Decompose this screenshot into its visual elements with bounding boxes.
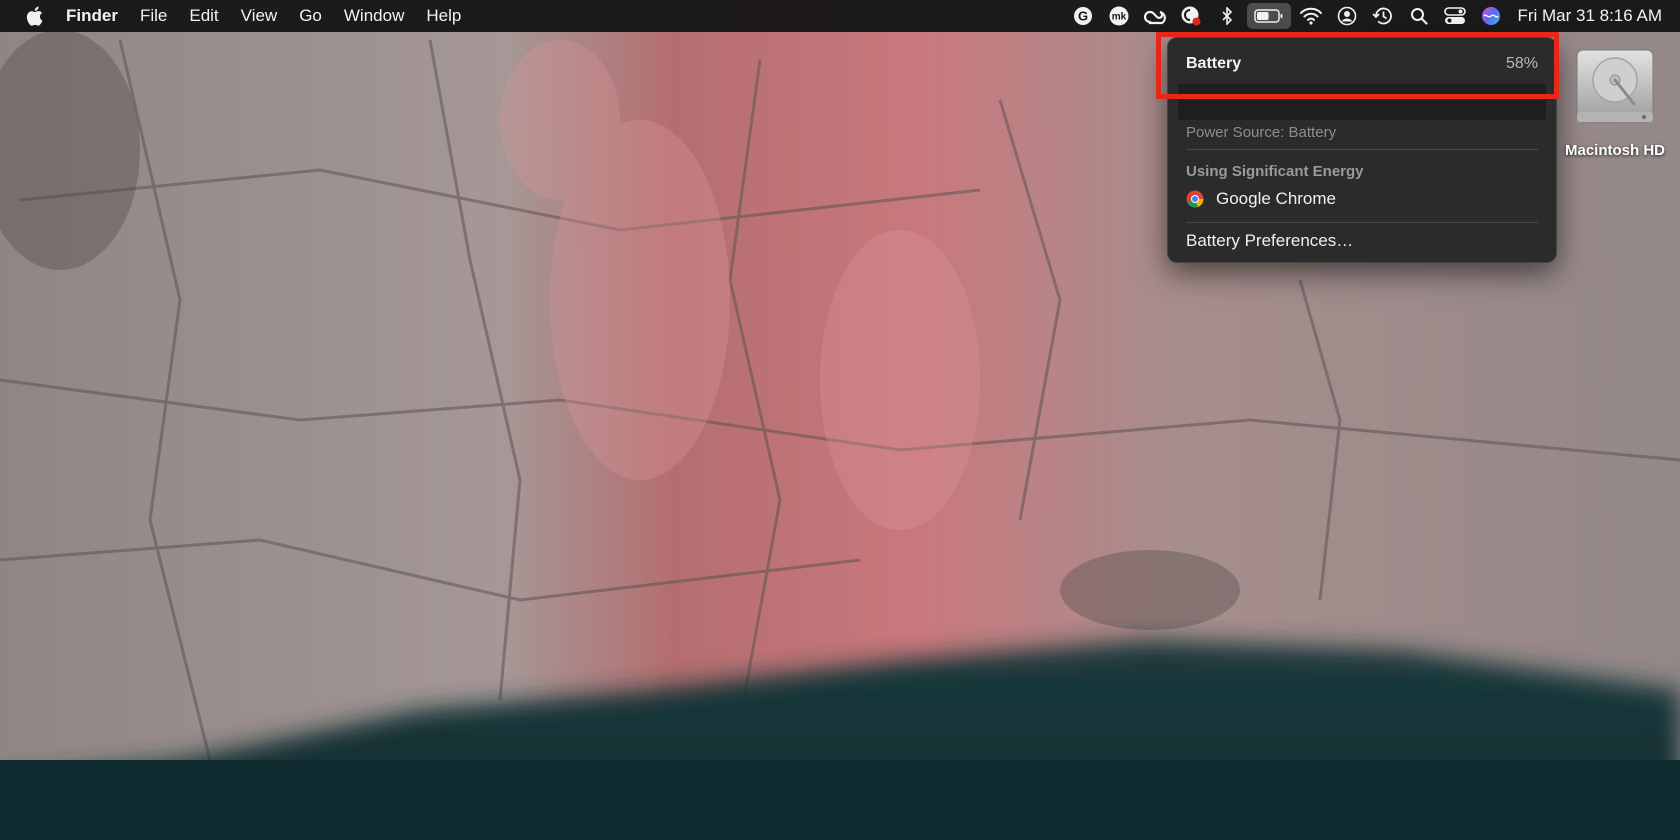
bluetooth-status[interactable] — [1209, 0, 1245, 32]
menu-view[interactable]: View — [230, 0, 289, 32]
control-center-status[interactable] — [1437, 0, 1473, 32]
energy-app-item[interactable]: Google Chrome — [1186, 189, 1336, 209]
user-icon — [1338, 6, 1357, 26]
battery-preferences-item[interactable]: Battery Preferences… — [1186, 231, 1353, 251]
mk-status[interactable]: mk — [1101, 0, 1137, 32]
apple-menu[interactable] — [0, 0, 55, 32]
time-machine-status[interactable] — [1365, 0, 1401, 32]
siri-icon — [1482, 7, 1501, 25]
menu-edit[interactable]: Edit — [178, 0, 229, 32]
search-icon — [1411, 8, 1429, 25]
battery-icon — [1254, 9, 1283, 23]
chat-status[interactable] — [1173, 0, 1209, 32]
app-menu-finder[interactable]: Finder — [55, 0, 129, 32]
svg-text:G: G — [1078, 9, 1088, 24]
mk-icon: mk — [1109, 6, 1129, 26]
hard-drive-icon — [1576, 49, 1654, 123]
wifi-status[interactable] — [1293, 0, 1329, 32]
creative-cloud-icon — [1144, 10, 1167, 25]
menu-bar: Finder File Edit View Go Window Help G m… — [0, 0, 1680, 32]
menubar-clock[interactable]: Fri Mar 31 8:16 AM — [1509, 6, 1680, 26]
time-machine-icon — [1372, 7, 1393, 25]
highlight-box — [1156, 32, 1559, 99]
menu-file[interactable]: File — [129, 0, 178, 32]
grammarly-status[interactable]: G — [1065, 0, 1101, 32]
chrome-icon — [1186, 190, 1204, 208]
spotlight-status[interactable] — [1401, 0, 1437, 32]
menu-separator — [1186, 149, 1538, 150]
wifi-icon — [1300, 7, 1323, 25]
bluetooth-icon — [1222, 7, 1233, 25]
energy-section-label: Using Significant Energy — [1186, 163, 1364, 180]
desktop-disk-macintosh-hd[interactable]: Macintosh HD — [1555, 46, 1675, 159]
apple-icon — [26, 6, 43, 26]
grammarly-icon: G — [1074, 7, 1093, 25]
energy-app-name: Google Chrome — [1216, 189, 1337, 208]
battery-status[interactable] — [1247, 3, 1292, 29]
control-center-icon — [1444, 7, 1467, 24]
svg-text:mk: mk — [1112, 12, 1127, 23]
siri-status[interactable] — [1473, 0, 1509, 32]
menu-help[interactable]: Help — [415, 0, 472, 32]
user-status[interactable] — [1329, 0, 1365, 32]
menu-go[interactable]: Go — [288, 0, 333, 32]
menu-separator — [1186, 222, 1538, 223]
disk-label: Macintosh HD — [1564, 142, 1665, 159]
chat-badge-icon — [1181, 6, 1201, 26]
creative-cloud-status[interactable] — [1137, 0, 1173, 32]
power-source: Power Source: Battery — [1186, 124, 1337, 141]
menu-window[interactable]: Window — [333, 0, 415, 32]
